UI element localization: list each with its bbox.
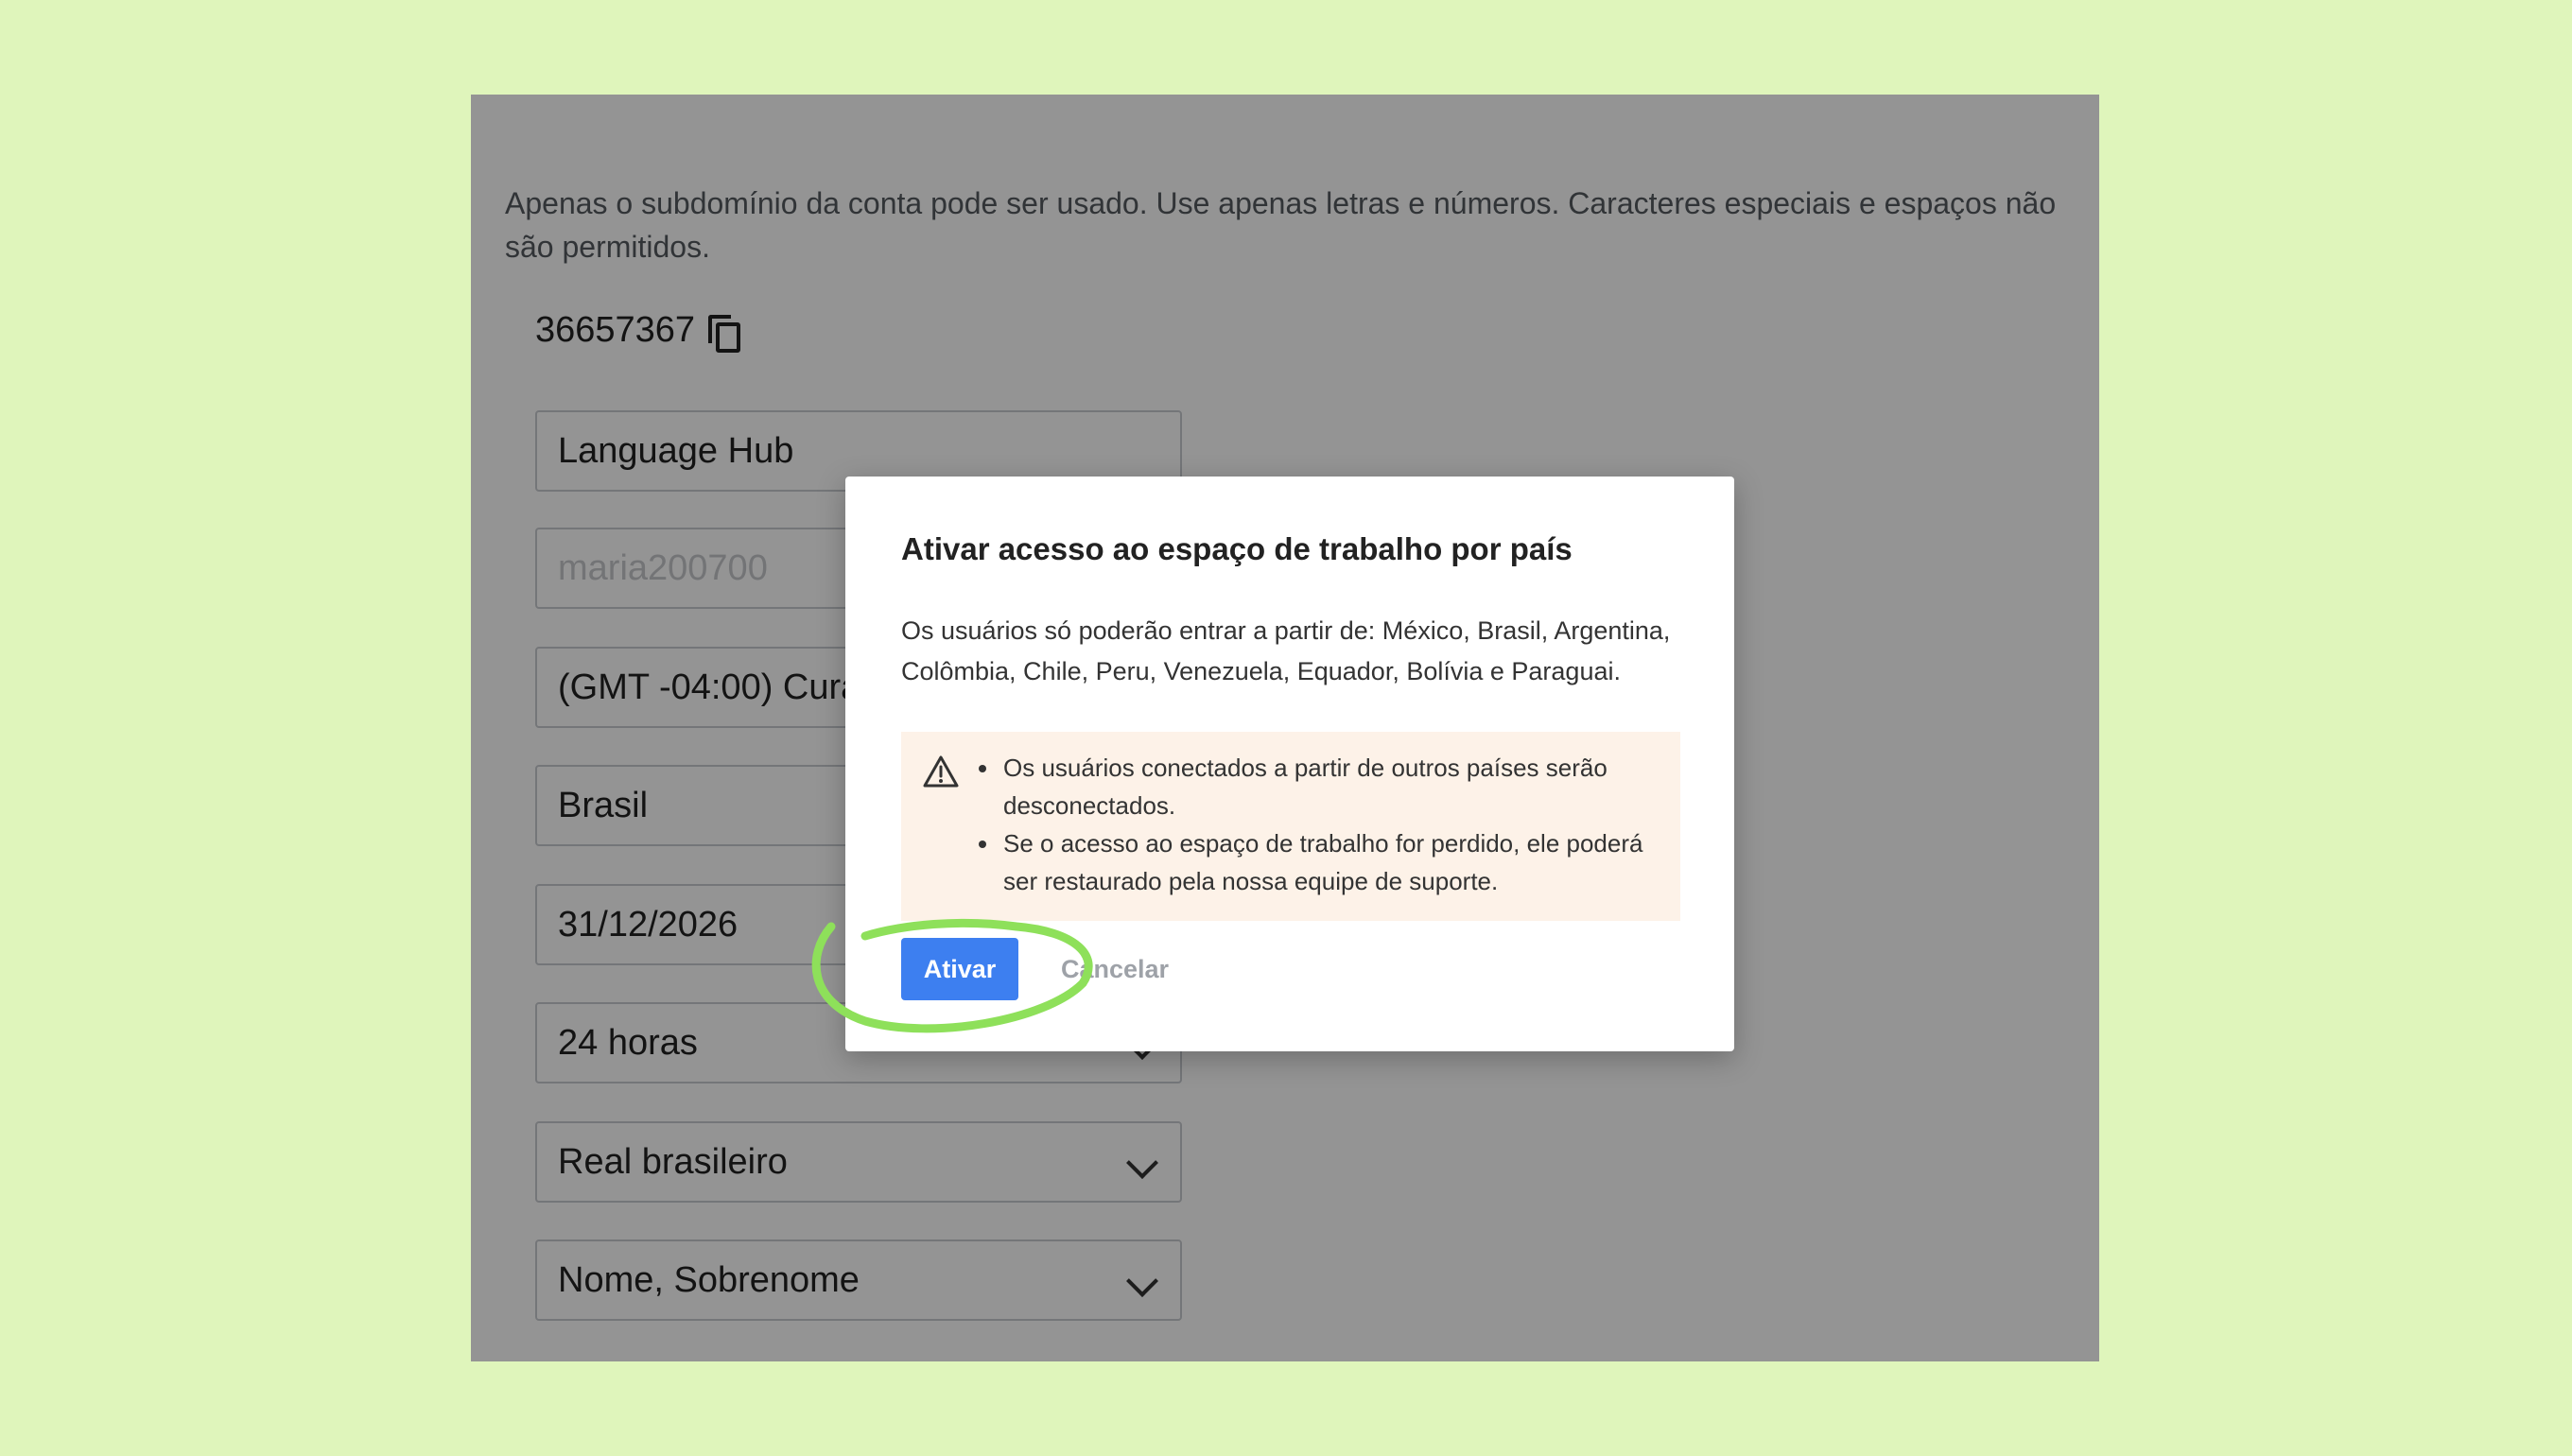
warning-icon — [923, 755, 959, 788]
cancel-button[interactable]: Cancelar — [1055, 938, 1174, 1000]
activate-button[interactable]: Ativar — [901, 938, 1018, 1000]
warning-list: Os usuários conectados a partir de outro… — [979, 749, 1665, 900]
warning-item: Se o acesso ao espaço de trabalho for pe… — [979, 824, 1665, 900]
warning-item: Os usuários conectados a partir de outro… — [979, 749, 1665, 824]
dialog-description: Os usuários só poderão entrar a partir d… — [901, 616, 1671, 685]
country-access-dialog: Ativar acesso ao espaço de trabalho por … — [845, 477, 1734, 1051]
dialog-title: Ativar acesso ao espaço de trabalho por … — [901, 531, 1573, 566]
warning-box: Os usuários conectados a partir de outro… — [901, 732, 1680, 921]
